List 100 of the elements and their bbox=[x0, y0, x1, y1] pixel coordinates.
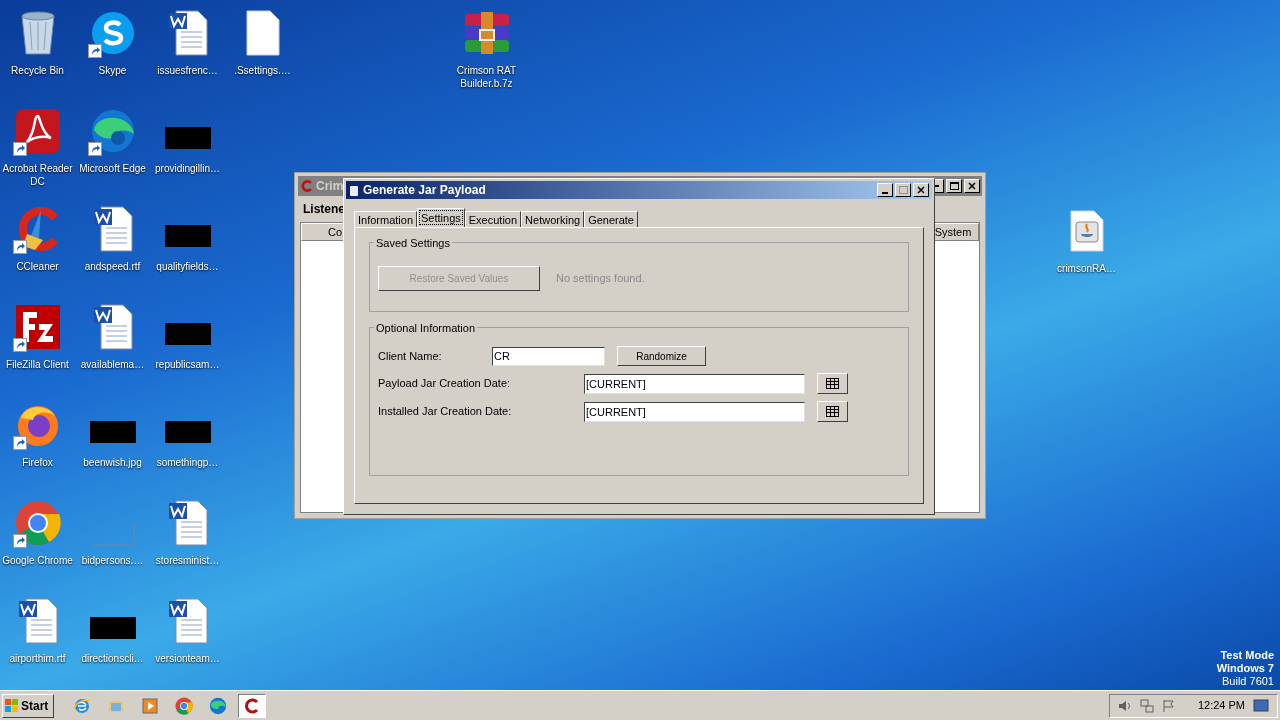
desktop-icon[interactable]: Recycle Bin bbox=[0, 8, 75, 77]
desktop-icon[interactable]: somethingp… bbox=[150, 400, 225, 469]
icon-label: republicsam… bbox=[154, 358, 221, 371]
desktop-icon[interactable]: andspeed.rtf bbox=[75, 204, 150, 273]
icon-label: directionscli… bbox=[80, 652, 145, 665]
desktop-icon[interactable]: beenwish.jpg bbox=[75, 400, 150, 469]
field-label: Client Name: bbox=[378, 348, 443, 364]
network-icon bbox=[1139, 698, 1154, 713]
icon-label: storesminist… bbox=[154, 554, 221, 567]
icon-label: andspeed.rtf bbox=[83, 260, 142, 273]
desktop-icon[interactable]: republicsam… bbox=[150, 302, 225, 371]
taskbar-button[interactable] bbox=[238, 693, 266, 718]
tab[interactable]: Networking bbox=[521, 211, 585, 227]
icon-label: .Ssettings.… bbox=[233, 64, 292, 77]
pdf-reader-icon bbox=[14, 108, 61, 154]
word-document-icon bbox=[167, 598, 208, 644]
close-button[interactable] bbox=[964, 179, 980, 193]
desktop-icon[interactable]: providingillin… bbox=[150, 106, 225, 175]
edge-icon bbox=[89, 108, 136, 154]
desktop-icon[interactable]: Crimson RAT Builder.b.7z bbox=[449, 8, 524, 90]
icon-label: Recycle Bin bbox=[10, 64, 65, 77]
redacted-icon bbox=[89, 421, 136, 443]
archive-icon bbox=[462, 12, 511, 54]
flag-icon bbox=[1161, 698, 1176, 713]
icon-label: versionteam… bbox=[154, 652, 221, 665]
minimize-icon bbox=[882, 192, 888, 194]
tab[interactable]: Execution bbox=[464, 211, 522, 227]
start-button[interactable]: Start bbox=[2, 693, 54, 718]
desktop-icon[interactable]: .Ssettings.… bbox=[225, 8, 300, 77]
icon-label: beenwish.jpg bbox=[82, 456, 143, 469]
desktop-icon[interactable]: Firefox bbox=[0, 400, 75, 469]
desktop-icon[interactable]: Skype bbox=[75, 8, 150, 77]
window-title: Crim bbox=[316, 178, 344, 195]
calendar-icon bbox=[826, 406, 839, 417]
redacted-icon bbox=[164, 127, 211, 149]
icon-label: Acrobat Reader DC bbox=[1, 162, 74, 188]
desktop-icon[interactable]: issuesfrenc… bbox=[150, 8, 225, 77]
icon-label: Skype bbox=[97, 64, 128, 77]
globe-e-icon bbox=[73, 696, 91, 715]
tab[interactable]: Information bbox=[354, 211, 418, 227]
column-header[interactable]: Co bbox=[301, 223, 345, 241]
icon-label: availablema… bbox=[79, 358, 146, 371]
maximize-button[interactable] bbox=[946, 179, 962, 193]
word-document-icon bbox=[167, 500, 208, 546]
icon-label: issuesfrenc… bbox=[156, 64, 219, 77]
calendar-button[interactable] bbox=[817, 373, 848, 394]
maximize-icon bbox=[898, 186, 908, 194]
maximize-icon bbox=[949, 182, 959, 190]
desktop-icon[interactable]: qualityfields… bbox=[150, 204, 225, 273]
client-name-field[interactable]: CR bbox=[492, 346, 605, 366]
redacted-icon bbox=[164, 323, 211, 345]
calendar-icon bbox=[826, 378, 839, 389]
desktop-icon[interactable]: Acrobat Reader DC bbox=[0, 106, 75, 188]
desktop-icon[interactable]: CCleaner bbox=[0, 204, 75, 273]
calendar-button[interactable] bbox=[817, 401, 848, 422]
date-field[interactable]: [CURRENT] bbox=[584, 373, 805, 394]
watermark-text: Windows 7 bbox=[1216, 662, 1274, 675]
windows-logo-icon bbox=[5, 698, 19, 713]
close-button[interactable] bbox=[913, 183, 929, 197]
redacted-icon bbox=[89, 617, 136, 639]
speaker-icon bbox=[1117, 698, 1132, 713]
close-icon bbox=[968, 182, 976, 190]
date-field[interactable]: [CURRENT] bbox=[584, 401, 805, 422]
status-text: No settings found. bbox=[556, 270, 645, 286]
skype-icon bbox=[89, 10, 136, 56]
icon-label: somethingp… bbox=[155, 456, 220, 469]
maximize-button[interactable] bbox=[895, 183, 911, 197]
redacted-icon bbox=[164, 225, 211, 247]
filezilla-icon bbox=[14, 304, 61, 350]
desktop-icon[interactable]: Google Chrome bbox=[0, 498, 75, 567]
tab[interactable]: Generate bbox=[584, 211, 638, 227]
media-player-icon bbox=[141, 696, 159, 715]
icon-label: Firefox bbox=[21, 456, 54, 469]
word-document-icon bbox=[92, 304, 133, 350]
icon-label: bidpersons.… bbox=[80, 554, 145, 567]
field-label: Installed Jar Creation Date: bbox=[378, 404, 513, 420]
desktop-icon[interactable]: availablema… bbox=[75, 302, 150, 371]
close-icon bbox=[917, 186, 925, 194]
icon-label: CCleaner bbox=[15, 260, 60, 273]
tab[interactable]: Settings bbox=[417, 208, 465, 227]
icon-label: crimsonRA… bbox=[1056, 262, 1117, 275]
minimize-button[interactable] bbox=[877, 183, 893, 197]
word-document-icon bbox=[92, 206, 133, 252]
clock: 12:24 PM bbox=[1197, 698, 1245, 714]
edge-icon bbox=[209, 696, 227, 715]
java-cup-icon bbox=[349, 184, 359, 196]
icon-label: qualityfields… bbox=[155, 260, 220, 273]
word-document-icon bbox=[167, 10, 208, 56]
crimson-c-icon bbox=[300, 179, 314, 193]
chrome-icon bbox=[14, 500, 61, 546]
desktop-icon[interactable]: FileZilla Client bbox=[0, 302, 75, 371]
field-label: Payload Jar Creation Date: bbox=[378, 376, 512, 392]
java-file-icon bbox=[1069, 210, 1104, 252]
show-desktop-icon[interactable] bbox=[1253, 698, 1269, 713]
icon-label: FileZilla Client bbox=[5, 358, 70, 371]
randomize-button[interactable]: Randomize bbox=[617, 346, 706, 366]
desktop-icon[interactable]: Microsoft Edge bbox=[75, 106, 150, 175]
redacted-icon bbox=[164, 421, 211, 443]
word-document-icon bbox=[17, 598, 58, 644]
thumbnail-icon bbox=[90, 522, 135, 546]
